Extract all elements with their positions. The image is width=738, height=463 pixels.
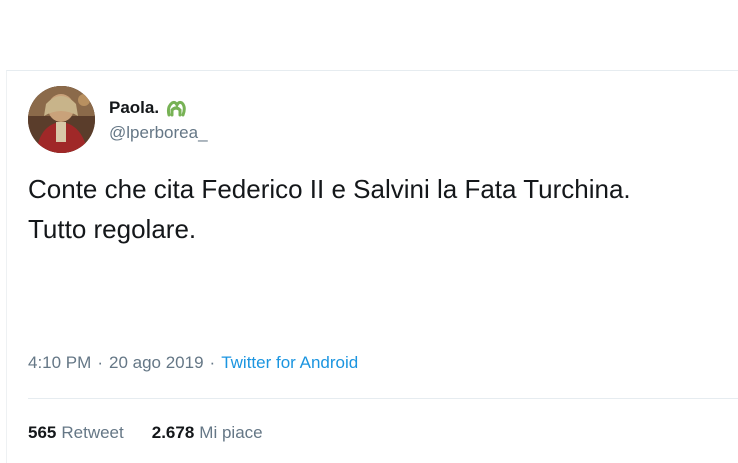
likes-stat[interactable]: 2.678 Mi piace	[152, 423, 263, 443]
retweets-stat[interactable]: 565 Retweet	[28, 423, 124, 443]
tweet-card: Paola. @lperborea_ Conte che cita Federi…	[6, 70, 738, 463]
display-name[interactable]: Paola.	[109, 98, 159, 118]
tweet-source-link[interactable]: Twitter for Android	[221, 353, 358, 373]
tweet-header: Paola. @lperborea_	[28, 85, 208, 153]
retweets-label: Retweet	[61, 423, 124, 442]
likes-label: Mi piace	[199, 423, 263, 442]
retweets-count: 565	[28, 423, 57, 442]
user-handle[interactable]: @lperborea_	[109, 123, 208, 143]
tweet-meta: 4:10 PM · 20 ago 2019 · Twitter for Andr…	[28, 353, 358, 373]
tweet-date[interactable]: 20 ago 2019	[109, 353, 204, 373]
tweet-stats: 565 Retweet 2.678 Mi piace	[28, 423, 263, 443]
display-name-row: Paola.	[109, 96, 208, 120]
green-clover-emoji-icon	[165, 97, 187, 119]
tweet-text: Conte che cita Federico II e Salvini la …	[28, 174, 631, 244]
user-names: Paola. @lperborea_	[109, 96, 208, 143]
meta-separator: ·	[97, 353, 103, 372]
avatar[interactable]	[28, 85, 95, 153]
meta-separator: ·	[209, 353, 216, 372]
likes-count: 2.678	[151, 423, 195, 442]
tweet-time[interactable]: 4:10 PM	[28, 353, 91, 373]
divider	[28, 398, 738, 399]
